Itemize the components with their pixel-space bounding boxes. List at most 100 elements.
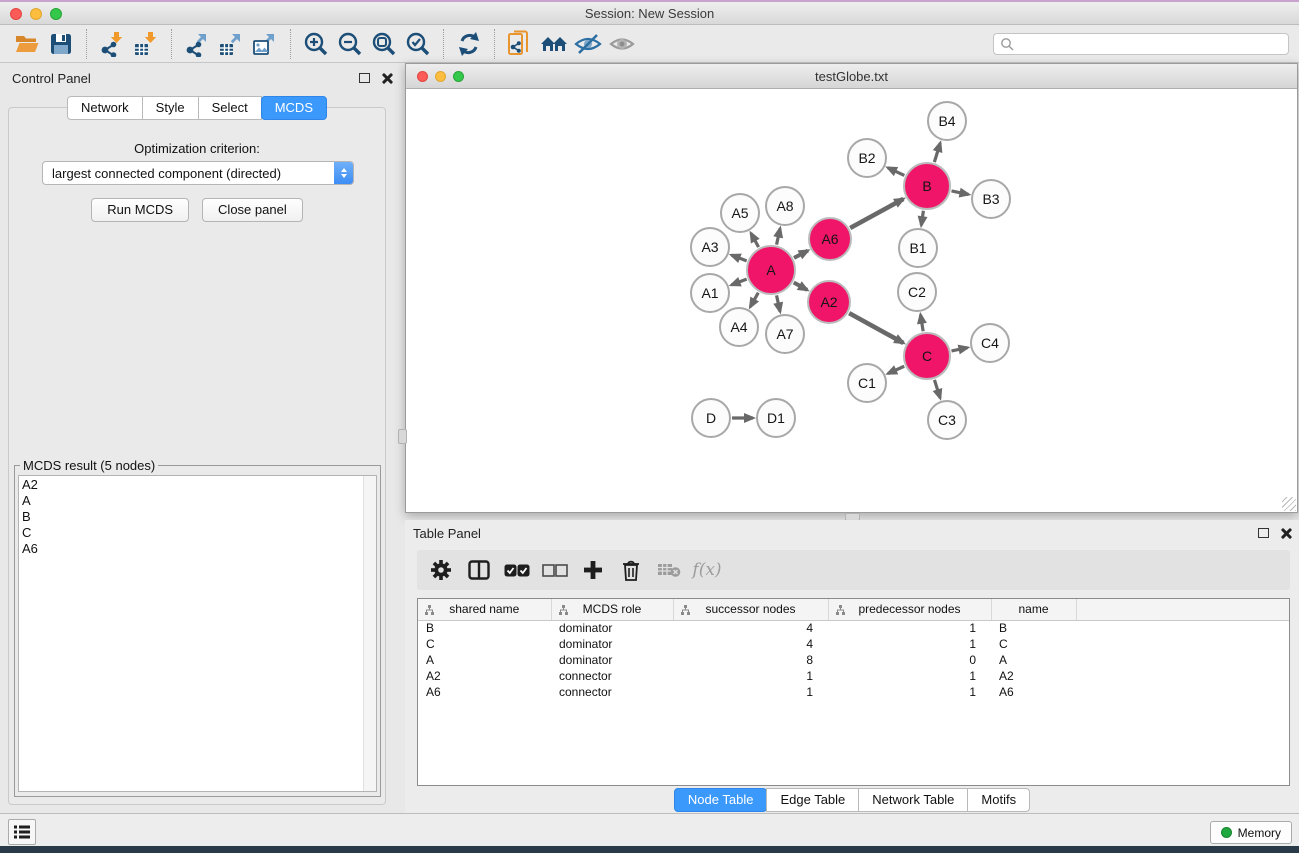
graph-node-A5[interactable]: A5	[720, 193, 760, 233]
table-row[interactable]: A6connector11A6	[418, 684, 1289, 700]
delete-table-icon[interactable]	[653, 554, 685, 586]
graph-edge-A-A5[interactable]	[751, 233, 759, 247]
table-cell[interactable]: connector	[551, 668, 673, 684]
import-network-icon[interactable]	[95, 28, 129, 60]
graph-node-A7[interactable]: A7	[765, 314, 805, 354]
float-panel-icon[interactable]	[359, 73, 370, 83]
table-cell[interactable]: 4	[673, 620, 828, 636]
tab-node-table[interactable]: Node Table	[674, 788, 768, 812]
graph-edge-B-B3[interactable]	[951, 191, 968, 194]
graph-node-B2[interactable]: B2	[847, 138, 887, 178]
table-cell[interactable]: 1	[828, 636, 991, 652]
graph-node-A8[interactable]: A8	[765, 186, 805, 226]
deselect-all-checkboxes-icon[interactable]	[539, 554, 571, 586]
graph-node-A4[interactable]: A4	[719, 307, 759, 347]
graph-node-C3[interactable]: C3	[927, 400, 967, 440]
two-houses-icon[interactable]	[537, 28, 571, 60]
graph-node-D1[interactable]: D1	[756, 398, 796, 438]
graph-node-A[interactable]: A	[746, 245, 796, 295]
table-row[interactable]: Bdominator41B	[418, 620, 1289, 636]
tab-network-table[interactable]: Network Table	[858, 788, 968, 812]
close-panel-icon[interactable]	[1280, 528, 1291, 539]
tab-edge-table[interactable]: Edge Table	[766, 788, 859, 812]
table-cell[interactable]: dominator	[551, 652, 673, 668]
run-mcds-button[interactable]: Run MCDS	[91, 198, 189, 222]
table-cell[interactable]: A2	[418, 668, 551, 684]
graph-edge-C-C4[interactable]	[951, 348, 967, 351]
window-resize-grip[interactable]	[1282, 497, 1296, 511]
table-cell[interactable]: A6	[991, 684, 1076, 700]
close-panel-icon[interactable]	[381, 73, 392, 84]
column-header-shared-name[interactable]: shared name	[418, 599, 551, 620]
search-box[interactable]	[993, 33, 1289, 55]
mcds-result-item[interactable]: A	[22, 493, 360, 509]
column-header-predecessor-nodes[interactable]: predecessor nodes	[828, 599, 991, 620]
tab-select[interactable]: Select	[198, 96, 262, 120]
graph-node-A2[interactable]: A2	[807, 280, 851, 324]
table-cell[interactable]: 1	[828, 668, 991, 684]
graph-edge-A-A4[interactable]	[750, 293, 758, 307]
save-session-icon[interactable]	[44, 28, 78, 60]
graph-edge-B-B1[interactable]	[921, 211, 923, 225]
add-column-plus-icon[interactable]	[577, 554, 609, 586]
graph-node-A6[interactable]: A6	[808, 217, 852, 261]
table-cell[interactable]: connector	[551, 684, 673, 700]
graph-edge-B-B2[interactable]	[888, 168, 905, 176]
splitter-handle-vertical[interactable]	[398, 429, 407, 444]
show-all-eye-icon[interactable]	[605, 28, 639, 60]
graph-node-B[interactable]: B	[903, 162, 951, 210]
export-table-icon[interactable]	[214, 28, 248, 60]
select-all-checkboxes-icon[interactable]	[501, 554, 533, 586]
graph-edge-C-C3[interactable]	[934, 380, 940, 398]
column-header-name[interactable]: name	[991, 599, 1076, 620]
memory-button[interactable]: Memory	[1210, 821, 1292, 844]
task-history-list-icon[interactable]	[8, 819, 36, 845]
gear-icon[interactable]	[425, 554, 457, 586]
table-cell[interactable]: 4	[673, 636, 828, 652]
mcds-result-item[interactable]: A2	[22, 477, 360, 493]
graph-node-B3[interactable]: B3	[971, 179, 1011, 219]
table-cell[interactable]: 1	[828, 620, 991, 636]
table-cell[interactable]: 1	[828, 684, 991, 700]
graph-edge-B-B4[interactable]	[934, 143, 940, 162]
node-table[interactable]: shared nameMCDS rolesuccessor nodesprede…	[417, 598, 1290, 786]
trash-icon[interactable]	[615, 554, 647, 586]
zoom-in-icon[interactable]	[299, 28, 333, 60]
table-row[interactable]: Cdominator41C	[418, 636, 1289, 652]
tab-network[interactable]: Network	[67, 96, 143, 120]
table-cell[interactable]: A	[418, 652, 551, 668]
zoom-out-icon[interactable]	[333, 28, 367, 60]
network-canvas[interactable]: AA6A2BCA1A3A4A5A7A8B1B2B3B4C1C2C3C4DD1	[406, 89, 1297, 512]
table-row[interactable]: A2connector11A2	[418, 668, 1289, 684]
table-cell[interactable]: A	[991, 652, 1076, 668]
mcds-result-item[interactable]: A6	[22, 541, 360, 557]
function-fx-icon[interactable]: f(x)	[691, 554, 723, 586]
graph-node-C[interactable]: C	[903, 332, 951, 380]
table-cell[interactable]: dominator	[551, 620, 673, 636]
column-header-successor-nodes[interactable]: successor nodes	[673, 599, 828, 620]
table-cell[interactable]: C	[991, 636, 1076, 652]
graph-edge-A-A1[interactable]	[732, 279, 747, 285]
graph-node-C4[interactable]: C4	[970, 323, 1010, 363]
mcds-result-item[interactable]: B	[22, 509, 360, 525]
zoom-selected-icon[interactable]	[401, 28, 435, 60]
close-panel-button[interactable]: Close panel	[202, 198, 303, 222]
table-cell[interactable]: A2	[991, 668, 1076, 684]
new-network-from-selection-icon[interactable]	[503, 28, 537, 60]
criterion-select[interactable]: largest connected component (directed)	[42, 161, 354, 185]
export-network-icon[interactable]	[180, 28, 214, 60]
graph-node-A3[interactable]: A3	[690, 227, 730, 267]
table-cell[interactable]: B	[418, 620, 551, 636]
graph-node-A1[interactable]: A1	[690, 273, 730, 313]
graph-edge-A-A2[interactable]	[794, 283, 807, 290]
mcds-result-list[interactable]: A2ABCA6	[18, 475, 377, 792]
network-window-titlebar[interactable]: testGlobe.txt	[406, 64, 1297, 89]
column-header-mcds-role[interactable]: MCDS role	[551, 599, 673, 620]
table-row[interactable]: Adominator80A	[418, 652, 1289, 668]
table-cell[interactable]: 8	[673, 652, 828, 668]
table-cell[interactable]: 1	[673, 668, 828, 684]
table-cell[interactable]: dominator	[551, 636, 673, 652]
graph-edge-A-A6[interactable]	[794, 251, 808, 258]
graph-edge-A2-C[interactable]	[849, 313, 903, 343]
graph-edge-A-A8[interactable]	[777, 228, 781, 244]
